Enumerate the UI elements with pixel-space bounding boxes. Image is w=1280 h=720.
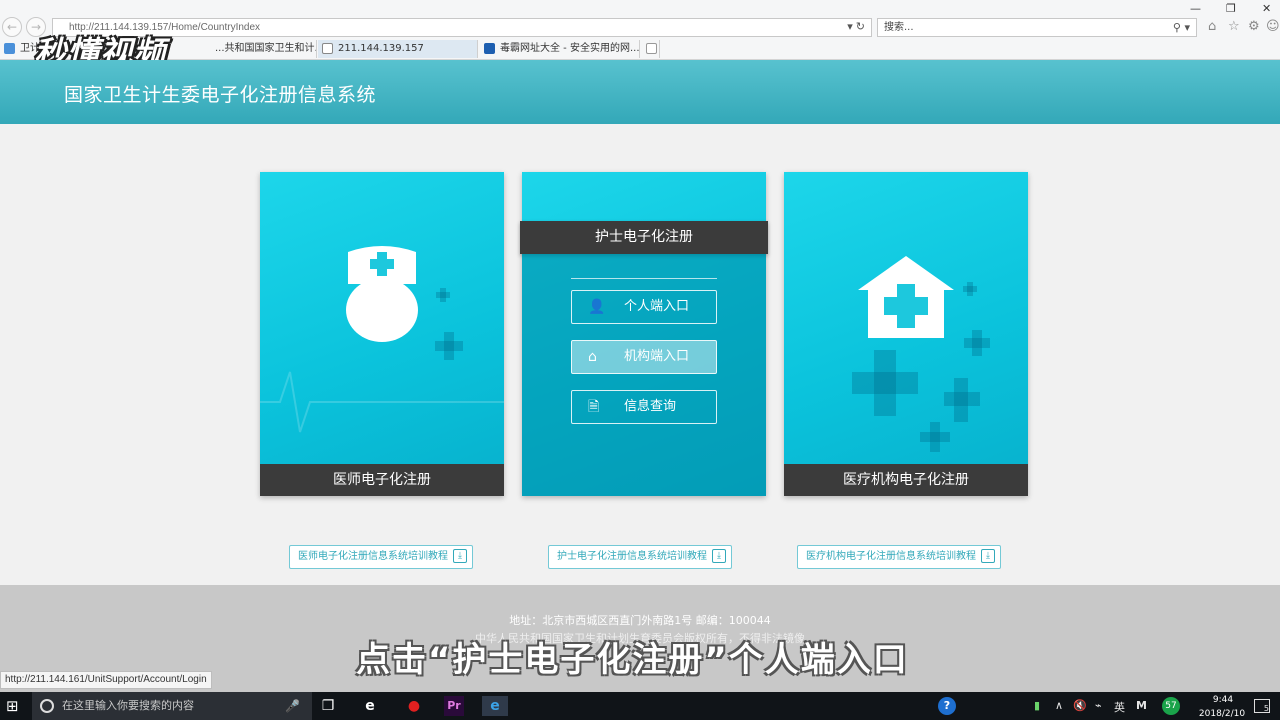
search-input[interactable]: 搜索... ⚲ ▾ (877, 18, 1197, 37)
doctor-icon (346, 246, 418, 342)
institution-entry-button[interactable]: ⌂ 机构端入口 (571, 340, 717, 374)
info-query-label: 信息查询 (624, 399, 677, 414)
cross-decoration (435, 288, 463, 360)
network-icon[interactable]: ⌁ (1095, 699, 1102, 712)
institution-entry-label: 机构端入口 (624, 349, 690, 364)
tab-label: ...共和国国家卫生和计... (215, 43, 317, 54)
minimize-icon[interactable]: — (1190, 2, 1201, 15)
search-icon[interactable]: ⚲ ▾ (1173, 19, 1190, 36)
hospital-icon (858, 256, 954, 338)
user-icon: 👤 (588, 299, 606, 315)
page-icon (322, 43, 333, 54)
ie-taskbar-icon[interactable]: e (360, 696, 380, 716)
page-icon (4, 43, 15, 54)
divider (571, 278, 717, 279)
cortana-icon (40, 699, 54, 713)
doctor-card[interactable]: 医师电子化注册 (260, 172, 504, 496)
ime-label[interactable]: 英 (1114, 699, 1125, 715)
tab-label: 211.144.139.157 (338, 43, 424, 54)
nurse-menu-panel: 👤 个人端入口 ⌂ 机构端入口 🗎 信息查询 (522, 254, 766, 496)
taskbar-search-placeholder: 在这里输入你要搜索的内容 (62, 699, 194, 712)
ime-mode-icon[interactable]: M (1136, 699, 1147, 712)
chevron-up-icon[interactable]: ∧ (1055, 699, 1063, 712)
address-bar[interactable]: http://211.144.139.157/Home/CountryIndex… (52, 18, 872, 37)
taskbar-search-input[interactable]: 在这里输入你要搜索的内容 🎤 (32, 692, 312, 720)
restore-icon[interactable]: ❐ (1226, 2, 1236, 15)
back-button[interactable]: ← (2, 17, 22, 37)
personal-entry-button[interactable]: 👤 个人端入口 (571, 290, 717, 324)
nurse-tutorial-button[interactable]: 护士电子化注册信息系统培训教程 ⤓ (548, 545, 732, 569)
doctor-illustration (260, 246, 504, 433)
favorites-star-icon[interactable]: ☆ (1228, 19, 1240, 34)
close-icon[interactable]: ✕ (1262, 2, 1271, 15)
status-bar-url: http://211.144.161/UnitSupport/Account/L… (0, 671, 212, 689)
tab-strip: 卫计... ...共和国国家卫生和计... 211.144.139.157 毒霸… (0, 40, 1280, 59)
task-view-icon[interactable]: ❐ (318, 696, 338, 716)
smiley-icon[interactable]: ☺ (1266, 19, 1280, 34)
help-icon[interactable]: ? (938, 697, 956, 715)
badge-count[interactable]: 57 (1162, 697, 1180, 715)
speaker-mute-icon[interactable]: 🔇 (1073, 699, 1087, 712)
site-title: 国家卫生计生委电子化注册信息系统 (64, 84, 377, 106)
download-icon: ⤓ (981, 549, 995, 563)
building-icon: ⌂ (588, 349, 597, 365)
nurse-tutorial-label: 护士电子化注册信息系统培训教程 (557, 551, 707, 562)
battery-icon[interactable]: ▮ (1034, 699, 1040, 712)
institution-card-label[interactable]: 医疗机构电子化注册 (784, 464, 1028, 496)
clock-time[interactable]: 9:44 (1203, 695, 1243, 705)
info-query-button[interactable]: 🗎 信息查询 (571, 390, 717, 424)
download-icon: ⤓ (453, 549, 467, 563)
windows-start-icon[interactable]: ⊞ (6, 697, 19, 715)
refresh-icon[interactable]: ▾ ↻ (847, 19, 865, 36)
nurse-card-title[interactable]: 护士电子化注册 (520, 221, 768, 254)
footer-address: 地址：北京市西城区西直门外南路1号 邮编：100044 (509, 614, 771, 627)
tab-label: 毒霸网址大全 - 安全实用的网... (500, 43, 640, 54)
institution-card[interactable]: 医疗机构电子化注册 (784, 172, 1028, 496)
new-tab-button[interactable] (642, 40, 660, 58)
institution-illustration (852, 256, 990, 452)
microphone-icon[interactable]: 🎤 (285, 692, 300, 720)
ie-active-icon[interactable]: e (482, 696, 508, 716)
document-search-icon: 🗎 (588, 399, 600, 415)
premiere-icon[interactable]: Pr (444, 696, 464, 716)
record-app-icon[interactable]: ● (404, 696, 424, 716)
doctor-tutorial-label: 医师电子化注册信息系统培训教程 (298, 551, 448, 562)
taskbar: ⊞ 在这里输入你要搜索的内容 🎤 ❐ e ● Pr e ? ▮ ∧ 🔇 ⌁ 英 … (0, 692, 1280, 720)
browser-chrome: ← → http://211.144.139.157/Home/CountryI… (0, 0, 1280, 60)
duba-icon (484, 43, 495, 54)
notification-icon[interactable]: 5 (1254, 699, 1270, 713)
institution-tutorial-label: 医疗机构电子化注册信息系统培训教程 (806, 551, 976, 562)
doctor-card-label[interactable]: 医师电子化注册 (260, 464, 504, 496)
download-icon: ⤓ (712, 549, 726, 563)
search-placeholder: 搜索... (884, 22, 914, 33)
personal-entry-label: 个人端入口 (624, 299, 690, 314)
institution-tutorial-button[interactable]: 医疗机构电子化注册信息系统培训教程 ⤓ (797, 545, 1001, 569)
video-caption: 点击“护士电子化注册”个人端入口 (356, 640, 909, 680)
gear-icon[interactable]: ⚙ (1248, 19, 1260, 34)
clock-date[interactable]: 2018/2/10 (1193, 709, 1251, 719)
tab-4[interactable]: 毒霸网址大全 - 安全实用的网... (480, 40, 640, 58)
tab-2[interactable]: ...共和国国家卫生和计... (195, 40, 317, 58)
doctor-tutorial-button[interactable]: 医师电子化注册信息系统培训教程 ⤓ (289, 545, 473, 569)
home-icon[interactable]: ⌂ (1208, 19, 1216, 34)
new-tab-icon (646, 43, 657, 54)
notification-count: 5 (1263, 704, 1269, 713)
tab-3[interactable]: 211.144.139.157 (318, 40, 478, 58)
nurse-card-menu: 护士电子化注册 👤 个人端入口 ⌂ 机构端入口 🗎 信息查询 (520, 172, 768, 496)
